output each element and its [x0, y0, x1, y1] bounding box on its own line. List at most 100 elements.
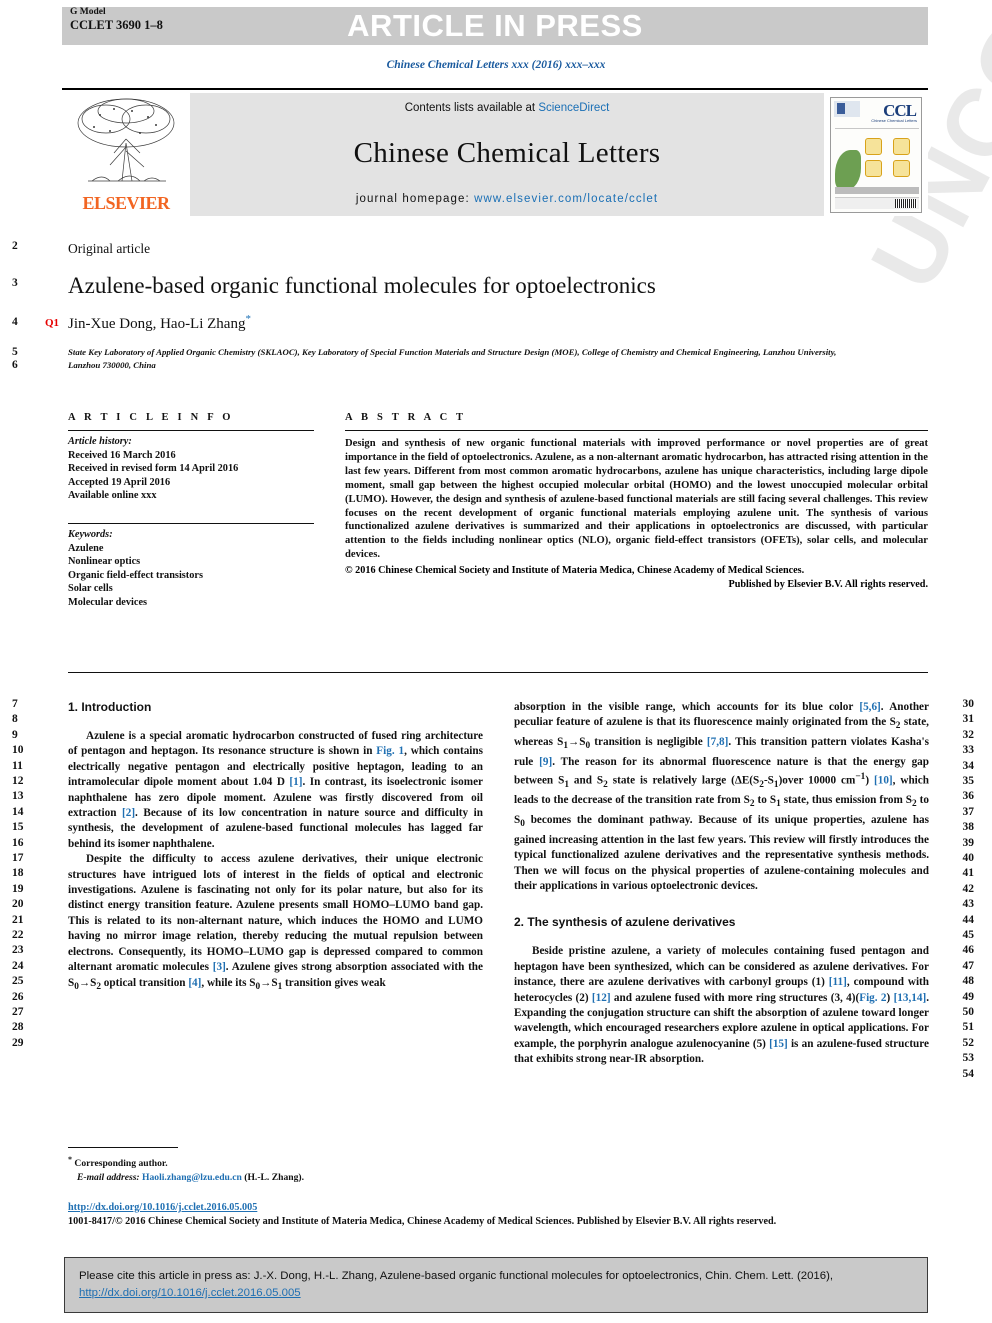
line-number-left-10: 10	[12, 744, 24, 757]
elsevier-wordmark: ELSEVIER	[82, 193, 170, 213]
line-number-right-51: 51	[962, 1021, 975, 1034]
line-number-left-29: 29	[12, 1036, 24, 1049]
cover-title-bar	[835, 186, 919, 194]
cover-molecule-icon	[893, 159, 910, 177]
abstract-text: Design and synthesis of new organic func…	[345, 438, 928, 561]
section-heading-2: 2. The synthesis of azulene derivatives	[514, 915, 736, 930]
line-number-right-35: 35	[962, 775, 975, 787]
citation-link-5-6[interactable]: [5,6]	[859, 701, 880, 713]
line-number-right-41: 41	[962, 867, 975, 880]
text-run: →S	[260, 976, 278, 989]
line-number-left-27: 27	[12, 1006, 24, 1018]
text-run: →S	[568, 736, 586, 749]
figure-link-fig1[interactable]: Fig. 1	[376, 745, 404, 757]
text-run: and azulene fused with more ring structu…	[610, 991, 860, 1004]
journal-masthead: ELSEVIER Contents lists available at Sci…	[62, 88, 928, 216]
corresponding-author-note: * Corresponding author.	[68, 1153, 483, 1171]
text-run: →S	[78, 976, 97, 989]
keyword-item: Nonlinear optics	[68, 556, 141, 568]
text-run: Despite the difficulty to access azulene…	[68, 853, 483, 974]
contents-prefix: Contents lists available at	[404, 102, 539, 114]
citation-link-7-8[interactable]: [7,8]	[707, 736, 728, 748]
line-number-right-30: 30	[962, 698, 975, 710]
line-number-right-43: 43	[962, 898, 975, 911]
cover-footer	[835, 196, 919, 209]
author-list: Jin-Xue Dong, Hao-Li Zhang*	[68, 313, 251, 333]
sciencedirect-link[interactable]: ScienceDirect	[538, 102, 609, 114]
line-number-left-25: 25	[12, 975, 24, 988]
paragraph-intro-2: Despite the difficulty to access azulene…	[68, 852, 483, 995]
citation-link-4[interactable]: [4]	[188, 977, 201, 989]
citation-link-2[interactable]: [2]	[122, 807, 135, 819]
homepage-label: journal homepage:	[355, 193, 475, 205]
line-number-left-20: 20	[12, 898, 24, 911]
line-number-right-32: 32	[962, 728, 975, 741]
line-number-right-53: 53	[962, 1052, 975, 1065]
elsevier-tree-icon	[77, 98, 175, 182]
cover-molecule-icon	[865, 137, 882, 155]
line-number-left-18: 18	[12, 867, 24, 880]
superscript: −1	[855, 772, 866, 783]
citation-link-1[interactable]: [1]	[289, 776, 302, 788]
line-number-right-45: 45	[962, 929, 975, 941]
text-run: to S	[754, 794, 777, 807]
email-link[interactable]: Haoli.zhang@lzu.edu.cn	[142, 1172, 242, 1183]
text-run: state is relatively large (ΔE(S	[607, 774, 760, 787]
line-number-left-15: 15	[12, 821, 24, 834]
line-number-right-54: 54	[962, 1067, 975, 1080]
line-number-left-26: 26	[12, 990, 24, 1003]
line-number-right-48: 48	[962, 975, 975, 988]
g-model-block: G Model CCLET 3690 1–8	[70, 6, 163, 31]
homepage-url[interactable]: www.elsevier.com/locate/cclet	[474, 193, 658, 205]
corresponding-author-mark: *	[245, 313, 251, 325]
cover-molecule-icon	[865, 159, 882, 177]
article-code: CCLET 3690 1–8	[70, 17, 163, 32]
citation-link-12[interactable]: [12]	[592, 992, 611, 1004]
keyword-item: Solar cells	[68, 583, 113, 595]
corresponding-label: Corresponding author.	[74, 1158, 168, 1170]
line-number-right-50: 50	[962, 1006, 975, 1018]
abstract-box: A B S T R A C T Design and synthesis of …	[345, 412, 928, 592]
citation-link-10[interactable]: [10]	[874, 775, 893, 787]
citation-link-3[interactable]: [3]	[213, 961, 226, 973]
history-item: Available online xxx	[68, 490, 157, 502]
citation-doi-link[interactable]: http://dx.doi.org/10.1016/j.cclet.2016.0…	[79, 1287, 301, 1299]
contents-line: Contents lists available at ScienceDirec…	[405, 102, 610, 114]
affiliation: State Key Laboratory of Applied Organic …	[68, 347, 837, 370]
cite-this-article-box: Please cite this article in press as: J.…	[64, 1257, 928, 1313]
line-number-left-7: 7	[12, 698, 18, 710]
copyright-line-2: Published by Elsevier B.V. All rights re…	[728, 579, 928, 591]
line-number-left-9: 9	[12, 728, 18, 741]
text-run: )over 10000 cm	[778, 774, 856, 787]
cover-tag-icon	[834, 100, 860, 117]
line-number-right-31: 31	[962, 713, 975, 726]
issn-copyright-line: 1001-8417/© 2016 Chinese Chemical Societ…	[68, 1216, 777, 1228]
elsevier-logo: ELSEVIER	[62, 93, 190, 216]
copyright-line-1: © 2016 Chinese Chemical Society and Inst…	[345, 565, 805, 577]
citation-link-13-14[interactable]: [13,14]	[894, 992, 927, 1004]
body-divider	[68, 672, 928, 673]
line-number-left-17: 17	[12, 852, 24, 864]
cover-molecule-icon	[893, 137, 910, 155]
line-number-left-21: 21	[12, 913, 24, 926]
footnote-block: * Corresponding author. E-mail address: …	[68, 1147, 483, 1184]
line-number-right-49: 49	[962, 990, 975, 1003]
abstract-copyright: © 2016 Chinese Chemical Society and Inst…	[345, 562, 928, 592]
line-number-left-24: 24	[12, 959, 24, 972]
article-info-box: A R T I C L E I N F O Article history: R…	[68, 412, 314, 610]
citation-link-9[interactable]: [9]	[539, 756, 552, 768]
email-suffix: (H.-L. Zhang).	[244, 1171, 304, 1183]
line-number-left-12: 12	[12, 775, 24, 787]
doi-block: http://dx.doi.org/10.1016/j.cclet.2016.0…	[68, 1201, 948, 1229]
body-column-right: absorption in the visible range, which a…	[514, 700, 929, 1068]
citation-link-15[interactable]: [15]	[769, 1038, 788, 1050]
text-run: )	[886, 991, 894, 1004]
article-in-press-label: ARTICLE IN PRESS	[347, 8, 643, 43]
line-number-right-42: 42	[962, 882, 975, 895]
line-number-left-14: 14	[12, 805, 24, 818]
doi-link[interactable]: http://dx.doi.org/10.1016/j.cclet.2016.0…	[68, 1201, 948, 1215]
keywords-label: Keywords:	[68, 528, 113, 540]
line-number-right-34: 34	[962, 759, 975, 772]
citation-link-11[interactable]: [11]	[829, 976, 847, 988]
figure-link-fig2[interactable]: Fig. 2	[859, 992, 886, 1004]
